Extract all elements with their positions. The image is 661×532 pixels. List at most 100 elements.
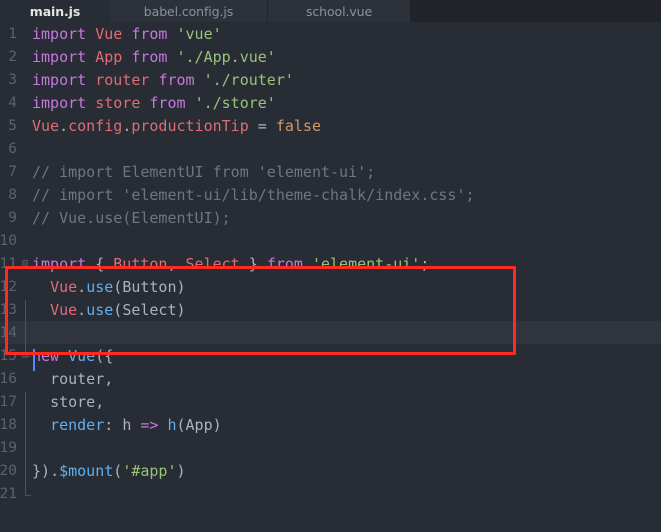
- line-number: 20: [0, 462, 17, 479]
- code-line[interactable]: 3 import router from './router': [0, 68, 661, 91]
- code-line[interactable]: 9 // Vue.use(ElementUI);: [0, 206, 661, 229]
- code-line[interactable]: 10: [0, 229, 661, 252]
- code-token: .: [77, 277, 87, 296]
- code-line[interactable]: 13 Vue.use(Select): [0, 298, 661, 321]
- code-line[interactable]: 16 router,: [0, 367, 661, 390]
- line-number: 11: [0, 255, 17, 272]
- code-line[interactable]: 18 render: h => h(App): [0, 413, 661, 436]
- fold-rail-import-block: [25, 300, 26, 356]
- line-number: 9: [8, 209, 17, 226]
- code-token: .: [122, 116, 132, 135]
- code-line[interactable]: 7 // import ElementUI from 'element-ui';: [0, 160, 661, 183]
- code-token: ): [176, 461, 186, 480]
- code-text: import App from './App.vue': [32, 48, 276, 66]
- code-text: render: h => h(App): [32, 416, 222, 434]
- line-number: 2: [8, 48, 17, 65]
- code-token: {: [104, 346, 114, 365]
- code-token: import: [32, 70, 87, 89]
- code-token: 'element-ui': [311, 254, 421, 273]
- line-number: 21: [0, 485, 17, 502]
- fold-rail-end-new-vue-block: [25, 495, 31, 496]
- code-token: store: [95, 93, 141, 112]
- code-token: }: [32, 461, 42, 480]
- code-line[interactable]: 15⊟new Vue({: [0, 344, 661, 367]
- code-line[interactable]: 1 import Vue from 'vue': [0, 22, 661, 45]
- code-token: ): [176, 300, 186, 319]
- code-token: // import 'element-ui/lib/theme-chalk/in…: [32, 185, 475, 204]
- code-token: Vue: [68, 346, 96, 365]
- code-token: 'vue': [176, 24, 222, 43]
- code-token: ): [212, 415, 222, 434]
- line-number: 18: [0, 416, 17, 433]
- code-token: // Vue.use(ElementUI);: [32, 208, 231, 227]
- code-line[interactable]: 19: [0, 436, 661, 459]
- tab-label: school.vue: [305, 3, 373, 19]
- code-token: App: [185, 415, 213, 434]
- code-line[interactable]: 6: [0, 137, 661, 160]
- fold-toggle-icon[interactable]: ⊟: [18, 252, 32, 275]
- tab-label: babel.config.js: [143, 3, 234, 19]
- code-text: import { Button, Select } from 'element-…: [32, 255, 429, 273]
- code-token: store: [50, 392, 96, 411]
- code-token: }: [248, 254, 258, 273]
- tab-main-js[interactable]: main.js: [0, 0, 110, 22]
- code-token: import: [32, 47, 87, 66]
- code-token: :: [104, 415, 114, 434]
- line-number: 15: [0, 347, 17, 364]
- code-text: Vue.use(Button): [32, 277, 185, 296]
- line-number: 10: [0, 232, 17, 249]
- code-token: Vue: [32, 116, 60, 135]
- line-number: 4: [8, 94, 17, 111]
- code-text: Vue.use(Select): [32, 300, 186, 319]
- code-text: }).$mount('#app'): [32, 462, 186, 480]
- code-text: // import 'element-ui/lib/theme-chalk/in…: [32, 186, 475, 204]
- code-text: import store from './store': [32, 94, 276, 112]
- code-line[interactable]: 20 }).$mount('#app'): [0, 459, 661, 482]
- tab-school-vue[interactable]: school.vue: [268, 0, 411, 22]
- code-token: Select: [122, 300, 177, 319]
- line-number: 19: [0, 439, 17, 456]
- code-line[interactable]: 8 // import 'element-ui/lib/theme-chalk/i…: [0, 183, 661, 206]
- tab-label: main.js: [29, 3, 81, 19]
- code-token: (: [113, 300, 123, 319]
- code-token: Select: [185, 254, 240, 273]
- code-token: '#app': [122, 461, 177, 480]
- code-content[interactable]: 1 import Vue from 'vue' 2 import App from '…: [0, 22, 661, 505]
- code-text: store,: [32, 393, 104, 411]
- code-token: =: [257, 116, 267, 135]
- code-token: ,: [104, 369, 114, 388]
- code-text: // Vue.use(ElementUI);: [32, 209, 231, 227]
- code-line[interactable]: 21: [0, 482, 661, 505]
- code-token: Vue: [50, 300, 78, 319]
- code-token: =>: [140, 415, 159, 434]
- code-line[interactable]: 12 Vue.use(Button): [0, 275, 661, 298]
- code-line[interactable]: 11 ⊟ import { Button, Select } from 'eleme…: [0, 252, 661, 275]
- code-token: Vue: [95, 24, 123, 43]
- line-number: 17: [0, 393, 17, 410]
- code-token: './router': [203, 70, 294, 89]
- code-line[interactable]: 2 import App from './App.vue': [0, 45, 661, 68]
- code-token: from: [266, 254, 303, 273]
- tab-babel-config-js[interactable]: babel.config.js: [110, 0, 268, 22]
- code-line[interactable]: 17 store,: [0, 390, 661, 413]
- code-line[interactable]: 5 Vue.config.productionTip = false: [0, 114, 661, 137]
- code-token: Button: [113, 254, 168, 273]
- code-editor[interactable]: 1 import Vue from 'vue' 2 import App from '…: [0, 22, 661, 532]
- code-token: (: [113, 461, 123, 480]
- tab-bar: main.js babel.config.js school.vue: [0, 0, 661, 22]
- code-line[interactable]: 4 import store from './store': [0, 91, 661, 114]
- code-token: (: [95, 346, 105, 365]
- line-number: 16: [0, 370, 17, 387]
- code-line[interactable]: 14: [0, 321, 661, 344]
- code-token: './App.vue': [176, 47, 276, 66]
- line-number: 7: [8, 163, 17, 180]
- line-number: 12: [0, 278, 17, 295]
